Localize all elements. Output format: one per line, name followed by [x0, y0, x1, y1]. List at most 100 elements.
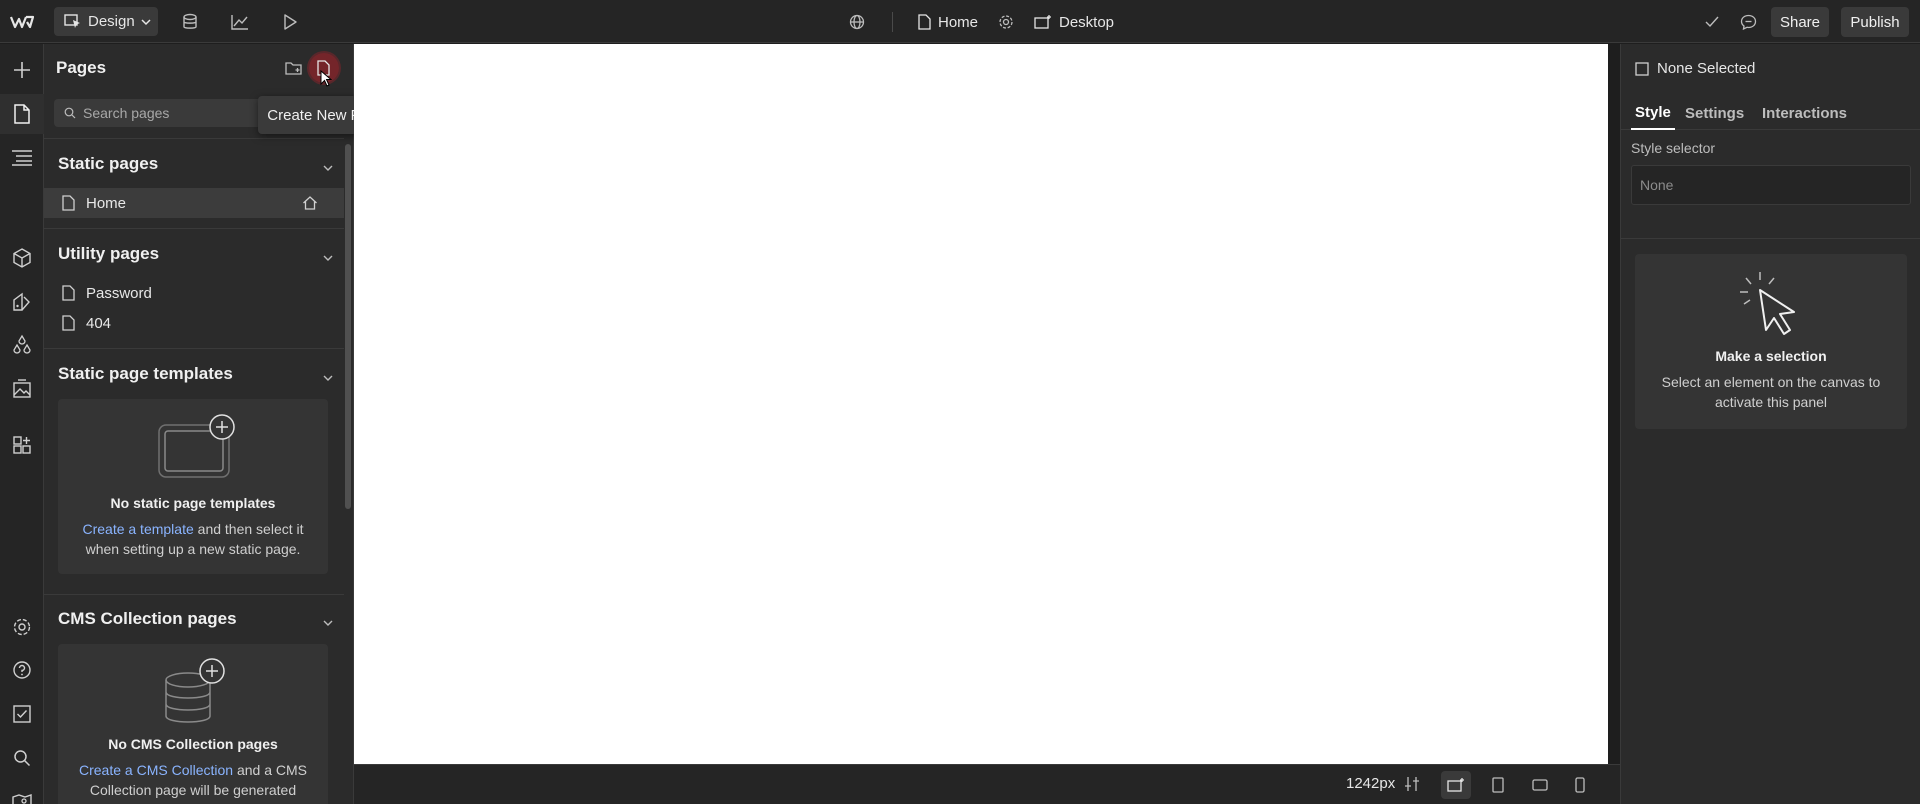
designer-app: Design Home Desktop Share Publish Pages …: [0, 0, 1920, 804]
left-toolbar: [0, 44, 44, 804]
search-placeholder: Search pages: [83, 105, 170, 121]
page-item-label: Home: [86, 194, 127, 212]
settings-gear-icon[interactable]: [0, 607, 44, 647]
divider: [1621, 238, 1920, 239]
style-selector-label: Style selector: [1631, 140, 1716, 156]
webflow-logo-icon[interactable]: [8, 12, 36, 32]
static-pages-heading[interactable]: Static pages: [58, 154, 158, 174]
chevron-down-icon[interactable]: [323, 614, 333, 631]
preview-play-icon[interactable]: [278, 10, 302, 34]
templates-desc-1: and then select it: [193, 521, 304, 537]
cms-empty-card: No CMS Collection pages Create a CMS Col…: [58, 644, 328, 804]
analytics-chart-icon[interactable]: [228, 10, 252, 34]
make-selection-desc-1: Select an element on the canvas to: [1661, 374, 1881, 390]
share-button[interactable]: Share: [1771, 7, 1829, 37]
cms-database-icon[interactable]: [178, 10, 202, 34]
current-page-selector[interactable]: Home: [918, 10, 978, 34]
pages-panel-title: Pages: [56, 58, 107, 77]
style-panel: None Selected Style Settings Interaction…: [1620, 44, 1920, 804]
page-item-password[interactable]: Password: [44, 278, 344, 308]
utility-pages-heading[interactable]: Utility pages: [58, 244, 159, 264]
tab-settings[interactable]: Settings: [1685, 97, 1744, 130]
divider: [44, 228, 344, 229]
cms-database-placeholder-icon: [158, 658, 228, 728]
navigator-icon[interactable]: [0, 138, 44, 178]
page-item-label: 404: [86, 314, 112, 332]
divider: [44, 348, 344, 349]
breakpoint-label: Desktop: [1059, 13, 1115, 31]
chevron-down-icon[interactable]: [323, 249, 333, 266]
page-icon: [918, 14, 931, 30]
tab-style[interactable]: Style: [1631, 97, 1675, 130]
make-selection-desc-2: activate this panel: [1714, 394, 1828, 410]
style-selector-input[interactable]: None: [1631, 165, 1911, 205]
page-settings-gear-icon[interactable]: [995, 10, 1017, 34]
pages-icon[interactable]: [0, 94, 44, 134]
templates-desc-2: when setting up a new static page.: [85, 541, 301, 557]
divider: [892, 12, 893, 32]
chevron-down-icon[interactable]: [323, 159, 333, 176]
desktop-breakpoint-icon: [1034, 14, 1052, 30]
bottom-bar: 1242px: [354, 764, 1620, 804]
mode-dropdown[interactable]: Design: [54, 7, 158, 36]
tablet-breakpoint-icon[interactable]: [1492, 777, 1504, 797]
page-icon: [58, 285, 78, 301]
desktop-breakpoint-button[interactable]: [1441, 771, 1471, 799]
design-cursor-icon: [64, 13, 82, 30]
publish-button[interactable]: Publish: [1841, 7, 1909, 37]
saved-check-icon: [1701, 10, 1723, 34]
cms-desc-2: Collection page will be generated: [89, 782, 297, 798]
style-guide-icon[interactable]: [0, 282, 44, 322]
page-icon: [58, 195, 78, 211]
breakpoint-selector[interactable]: Desktop: [1034, 10, 1114, 34]
create-cms-collection-link[interactable]: Create a CMS Collection: [79, 762, 233, 778]
chevron-down-icon[interactable]: [323, 369, 333, 386]
make-selection-title: Make a selection: [1715, 348, 1827, 364]
globe-icon[interactable]: [845, 10, 869, 34]
top-bar: Design Home Desktop Share Publish: [0, 0, 1920, 43]
templates-empty-card: No static page templates Create a templa…: [58, 399, 328, 574]
assets-image-icon[interactable]: [0, 369, 44, 409]
search-icon[interactable]: [0, 738, 44, 778]
width-adjust-icon[interactable]: [1404, 776, 1420, 796]
create-template-link[interactable]: Create a template: [82, 521, 193, 537]
design-canvas[interactable]: [354, 44, 1608, 764]
search-pages-input[interactable]: Search pages: [54, 99, 274, 127]
apps-icon[interactable]: [0, 425, 44, 465]
divider: [44, 138, 344, 139]
search-icon: [64, 107, 76, 119]
add-elements-icon[interactable]: [0, 50, 44, 90]
learn-map-icon[interactable]: [0, 782, 44, 804]
selection-indicator: None Selected: [1635, 60, 1755, 77]
none-selected-label: None Selected: [1657, 60, 1756, 77]
audit-checklist-icon[interactable]: [0, 694, 44, 734]
help-icon[interactable]: [0, 650, 44, 690]
static-templates-heading[interactable]: Static page templates: [58, 364, 233, 384]
page-item-404[interactable]: 404: [44, 308, 344, 338]
components-cube-icon[interactable]: [0, 238, 44, 278]
tab-interactions[interactable]: Interactions: [1762, 97, 1847, 130]
page-item-label: Password: [86, 284, 152, 302]
chevron-down-icon: [141, 18, 151, 26]
cms-empty-title: No CMS Collection pages: [108, 736, 278, 752]
canvas-gutter: [1608, 44, 1620, 764]
new-folder-icon[interactable]: [282, 56, 306, 80]
page-name: Home: [938, 13, 979, 31]
canvas-width-value: 1242px: [1346, 775, 1396, 792]
comments-icon[interactable]: [1736, 10, 1760, 34]
pages-scrollbar[interactable]: [345, 144, 351, 509]
cms-pages-heading[interactable]: CMS Collection pages: [58, 609, 237, 629]
page-icon: [58, 315, 78, 331]
home-icon: [300, 195, 320, 211]
mobile-portrait-breakpoint-icon[interactable]: [1575, 777, 1585, 797]
empty-selection-card: Make a selection Select an element on th…: [1635, 254, 1907, 429]
cms-desc-1: and a CMS: [233, 762, 307, 778]
mobile-landscape-breakpoint-icon[interactable]: [1532, 778, 1548, 795]
divider: [44, 594, 344, 595]
cursor-click-icon: [1736, 268, 1806, 338]
mode-label: Design: [88, 13, 135, 30]
template-placeholder-icon: [148, 413, 238, 481]
variables-drops-icon[interactable]: [0, 325, 44, 365]
page-item-home[interactable]: Home: [44, 188, 344, 218]
mouse-cursor-icon: [320, 69, 333, 92]
